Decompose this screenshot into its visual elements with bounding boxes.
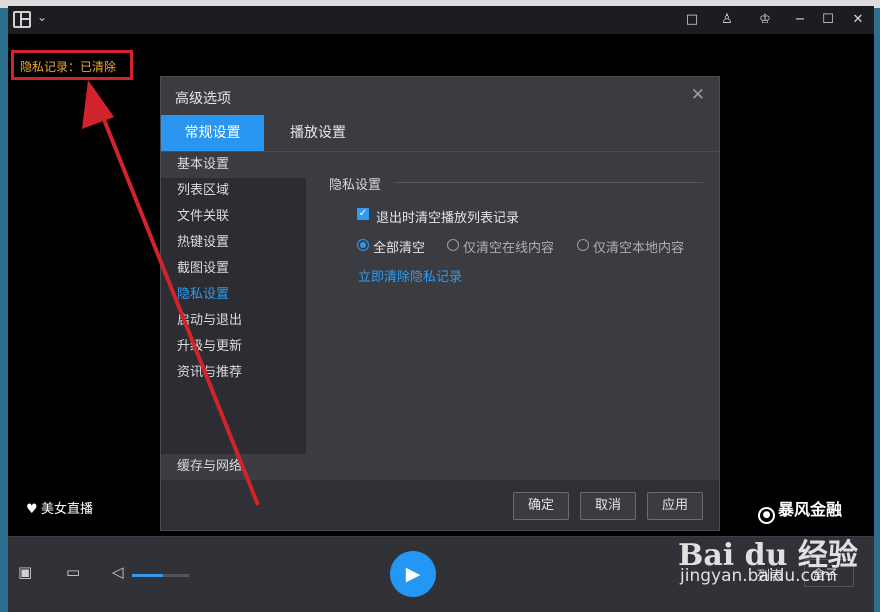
annotation-arrow (82, 80, 260, 506)
watermark-url: jingyan.baidu.com (680, 566, 837, 586)
arrow-head (82, 80, 114, 129)
arrow-shaft (95, 101, 260, 506)
